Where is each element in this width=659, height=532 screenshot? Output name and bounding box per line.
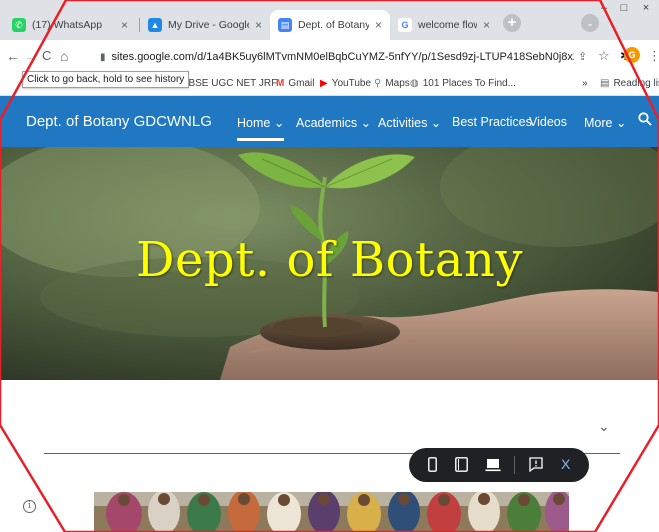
close-tab-icon[interactable]: ×: [375, 18, 382, 32]
bookmarks-overflow-button[interactable]: »: [582, 78, 588, 89]
maps-icon: ⚲: [374, 78, 382, 89]
bookmark-maps[interactable]: ⚲ Maps: [374, 78, 410, 89]
google-icon: G: [398, 18, 412, 32]
bookmark-youtube[interactable]: ▶ YouTube: [320, 78, 371, 89]
browser-toolbar: ← → C ⌂ ▮ sites.google.com/d/1a4BK5uy6lM…: [0, 40, 659, 72]
close-window-icon[interactable]: ×: [636, 2, 656, 16]
hero-banner: Dept. of Botany: [0, 147, 659, 380]
back-icon[interactable]: ←: [6, 48, 20, 64]
reading-list-label: Reading list: [613, 78, 659, 89]
site-header: Dept. of Botany GDCWNLG Home ⌄ Academics…: [0, 96, 659, 147]
back-button-tooltip: Click to go back, hold to see history: [22, 71, 190, 88]
nav-videos[interactable]: Videos: [529, 115, 567, 129]
new-tab-button[interactable]: +: [503, 14, 521, 32]
bookmark-label: CBSE UGC NET JRF...: [181, 78, 285, 89]
laptop-icon[interactable]: [485, 458, 501, 475]
report-icon[interactable]: [529, 457, 543, 475]
maximize-icon[interactable]: □: [614, 2, 634, 16]
bookmark-label: Gmail: [288, 78, 315, 89]
gmail-icon: M: [276, 78, 285, 89]
close-tab-icon[interactable]: ×: [121, 18, 128, 32]
close-preview-icon[interactable]: X: [561, 456, 570, 472]
hero-title: Dept. of Botany: [136, 232, 523, 288]
google-sites-icon: ▤: [278, 18, 292, 32]
google-drive-icon: ▲: [148, 18, 162, 32]
search-icon[interactable]: [638, 112, 652, 130]
browser-tab-strip: ✆ (17) WhatsApp × ▲ My Drive - Google Dr…: [0, 0, 659, 40]
address-bar[interactable]: ▮ sites.google.com/d/1a4BK5uy6lMTvmNM0el…: [94, 46, 574, 68]
collapse-section-chevron-icon[interactable]: ⌄: [598, 418, 610, 435]
nav-best-practices[interactable]: Best Practices: [452, 115, 532, 129]
close-tab-icon[interactable]: ×: [483, 18, 490, 32]
bookmark-label: Maps: [385, 78, 410, 89]
bookmark-label: 101 Places To Find...: [422, 78, 516, 89]
url-text: sites.google.com/d/1a4BK5uy6lMTvmNM0elBq…: [111, 51, 574, 63]
nav-academics[interactable]: Academics ⌄: [296, 115, 371, 130]
lock-icon: ▮: [100, 51, 106, 63]
home-icon[interactable]: ⌂: [60, 48, 68, 64]
chevron-double-right-icon: »: [582, 78, 588, 89]
reload-icon[interactable]: C: [42, 48, 51, 64]
reading-list-button[interactable]: ▤ Reading list: [600, 78, 659, 89]
tab-title: Dept. of Botany GDCWNL: [298, 19, 369, 31]
tablet-icon[interactable]: [455, 457, 468, 475]
forward-icon[interactable]: →: [24, 48, 38, 64]
minimize-icon[interactable]: –: [594, 2, 614, 16]
youtube-icon: ▶: [320, 78, 328, 89]
close-tab-icon[interactable]: ×: [255, 18, 262, 32]
tab-google-drive[interactable]: ▲ My Drive - Google Drive ×: [140, 10, 270, 40]
bookmark-101-places[interactable]: ◍ 101 Places To Find...: [410, 78, 516, 89]
nav-home[interactable]: Home ⌄: [237, 115, 285, 141]
nav-more[interactable]: More ⌄: [584, 115, 626, 130]
group-photo: [94, 492, 569, 532]
whatsapp-icon: ✆: [12, 18, 26, 32]
bookmark-gmail[interactable]: M Gmail: [276, 78, 314, 89]
tab-search-icon[interactable]: ⌄: [581, 14, 599, 32]
nav-activities[interactable]: Activities ⌄: [378, 115, 441, 130]
site-title[interactable]: Dept. of Botany GDCWNLG: [26, 113, 212, 130]
bookmark-star-icon[interactable]: ☆: [598, 48, 610, 64]
share-icon[interactable]: ⇪: [578, 50, 587, 63]
globe-icon: ◍: [410, 78, 419, 89]
tab-whatsapp[interactable]: ✆ (17) WhatsApp ×: [4, 10, 136, 40]
info-icon[interactable]: i: [23, 500, 36, 513]
reading-list-icon: ▤: [600, 78, 610, 89]
tab-title: My Drive - Google Drive: [168, 19, 249, 31]
browser-menu-icon[interactable]: ⋮: [648, 48, 659, 64]
preview-toolbar-separator: [514, 456, 515, 474]
phone-icon[interactable]: [428, 457, 437, 475]
tab-google-search[interactable]: G welcome flower bouquet ×: [390, 10, 498, 40]
bookmark-label: YouTube: [331, 78, 371, 89]
tab-title: (17) WhatsApp: [32, 19, 103, 31]
tab-title: welcome flower bouquet: [418, 19, 477, 31]
tab-dept-of-botany[interactable]: ▤ Dept. of Botany GDCWNL ×: [270, 10, 390, 40]
profile-avatar[interactable]: G: [624, 47, 640, 63]
